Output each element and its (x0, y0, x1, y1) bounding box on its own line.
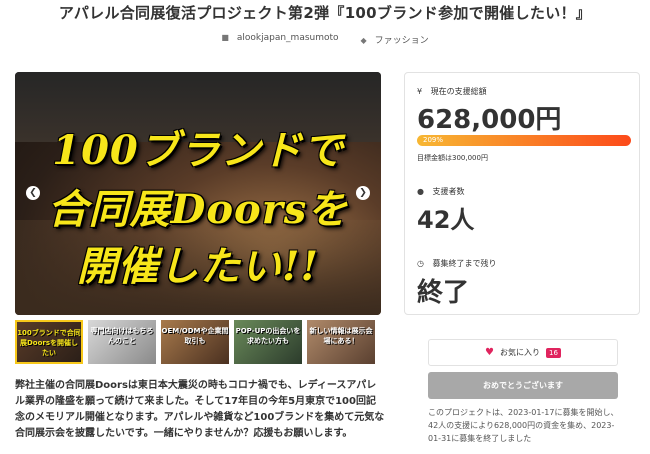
status-button[interactable]: おめでとうございます (428, 372, 618, 399)
favorite-label: お気に入り (500, 348, 541, 357)
clock-icon: ◷ (417, 259, 424, 268)
backers-label-row: ● 支援者数 (417, 186, 465, 197)
hero-headline-line3: 開催したい!! (76, 243, 320, 290)
time-label-row: ◷ 募集終了まで残り (417, 258, 497, 269)
thumbnail-strip: 100ブランドで合同展Doorsを開催したい 専門店向けはもちろんのこと OEM… (15, 320, 381, 364)
thumbnail-caption: 新しい情報は展示会場にある！ (309, 327, 373, 345)
funding-label-row: ¥ 現在の支援総額 (417, 86, 487, 97)
thumbnail-1[interactable]: 100ブランドで合同展Doorsを開催したい (15, 320, 83, 364)
chevron-left-icon: ❮ (29, 188, 37, 198)
favorite-count: 16 (546, 347, 561, 358)
heart-icon: ♥ (485, 347, 495, 358)
chevron-right-icon: ❯ (359, 188, 367, 198)
hero-carousel[interactable]: 100ブランドで 合同展Doorsを 開催したい!! ❮ ❯ (15, 72, 381, 315)
funding-progress-bar: 209% (417, 135, 631, 146)
funding-label: 現在の支援総額 (430, 87, 487, 96)
user-icon: ■ (221, 33, 229, 42)
time-value: 終了 (417, 278, 470, 308)
tag-icon: ◆ (360, 36, 367, 45)
thumbnail-caption: POP-UPの出会いを求めたい方も (235, 327, 301, 345)
hero-headline-line2: 合同展Doorsを (47, 186, 349, 233)
thumbnail-caption: OEM/ODMや企業間取引も (161, 327, 229, 345)
project-description: 弊社主催の合同展Doorsは東日本大震災の時もコロナ禍でも、レディースアパレル業… (15, 380, 385, 439)
yen-icon: ¥ (417, 87, 423, 96)
author-link[interactable]: ■ alookjapan_masumoto (221, 33, 338, 46)
thumbnail-3[interactable]: OEM/ODMや企業間取引も (161, 320, 229, 364)
backers-label: 支援者数 (432, 187, 465, 196)
thumbnail-caption: 専門店向けはもちろんのこと (90, 327, 154, 345)
thumbnail-5[interactable]: 新しい情報は展示会場にある！ (307, 320, 375, 364)
page-title: アパレル合同展復活プロジェクト第2弾『100ブランド参加で開催したい！』 (58, 4, 592, 22)
thumbnail-caption: 100ブランドで合同展Doorsを開催したい (17, 329, 81, 357)
project-meta: ■ alookjapan_masumoto ◆ ファッション (0, 33, 650, 46)
hero-headline-line1: 100ブランドで (52, 127, 344, 174)
backers-value: 42人 (417, 206, 475, 234)
stats-panel: ¥ 現在の支援総額 628,000円 209% 目標金額は300,000円 ● … (404, 72, 640, 315)
category-link[interactable]: ◆ ファッション (361, 33, 429, 46)
progress-percent: 209% (423, 136, 444, 144)
author-name: alookjapan_masumoto (236, 33, 339, 43)
category-name: ファッション (374, 36, 429, 46)
funding-value: 628,000円 (417, 105, 562, 135)
thumbnail-2[interactable]: 専門店向けはもちろんのこと (88, 320, 156, 364)
carousel-next-button[interactable]: ❯ (356, 186, 370, 200)
closing-note: このプロジェクトは、2023-01-17に募集を開始し、42人の支援により628… (428, 408, 619, 443)
carousel-prev-button[interactable]: ❮ (26, 186, 40, 200)
user-icon: ● (417, 187, 424, 196)
favorite-button[interactable]: ♥ お気に入り 16 (428, 339, 618, 366)
thumbnail-4[interactable]: POP-UPの出会いを求めたい方も (234, 320, 302, 364)
time-label: 募集終了まで残り (432, 259, 497, 268)
goal-amount: 目標金額は300,000円 (417, 154, 488, 162)
